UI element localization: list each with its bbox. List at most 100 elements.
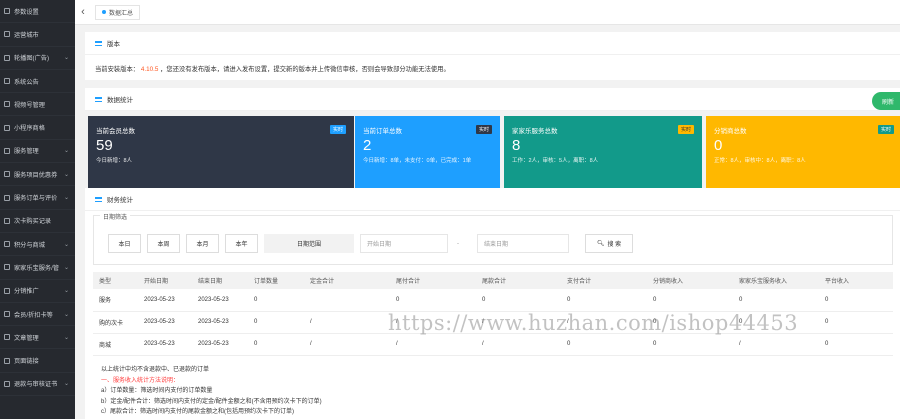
table-cell: 2023-05-23 <box>138 333 192 356</box>
stat-card: 家家乐服务总数 8 工作：2人，审核：5人，离职：8人 实时 <box>504 116 702 199</box>
table-cell: 购的次卡 <box>93 311 138 334</box>
table-cell <box>304 289 390 312</box>
table-cell: / <box>304 311 390 334</box>
menu-icon <box>4 380 10 387</box>
version-header: 版本 <box>85 32 900 55</box>
menu-icon <box>4 54 10 61</box>
section-icon <box>95 96 102 102</box>
stat-detail: 今日新增：8单，未支付：0单，已完成：1单 <box>363 158 472 164</box>
watermark: https://www.huzhan.com/ishop44453 <box>388 311 799 335</box>
main-content: 版本 当前安装版本： 4.10.5 ，您还没有发布版本，请进入发布设置，提交新的… <box>85 32 900 419</box>
table-cell: 0 <box>476 289 561 312</box>
stat-title: 当前会员总数 <box>96 128 135 135</box>
chevron-down-icon: ⌄ <box>63 195 69 202</box>
search-label: 搜 索 <box>607 242 622 248</box>
table-cell: / <box>476 333 561 356</box>
menu-icon <box>4 78 10 85</box>
filter-title: 日期筛选 <box>100 212 131 221</box>
menu-icon <box>4 31 10 38</box>
sidebar-item[interactable]: 文章管理 ⌄ <box>0 326 75 350</box>
table-cell: 0 <box>647 289 733 312</box>
stats-title: 数据统计 <box>107 97 133 104</box>
chevron-down-icon: ⌄ <box>63 381 69 388</box>
refresh-label: 刷新 <box>882 99 895 106</box>
table-row: 商城 2023-05-23 2023-05-23 0///0 0/0 <box>93 333 893 356</box>
column-header: 定金合计 <box>304 272 390 289</box>
table-cell: / <box>733 333 819 356</box>
stat-title: 分销商总数 <box>714 128 747 135</box>
menu-icon <box>4 241 10 248</box>
realtime-badge: 实时 <box>329 125 346 134</box>
sidebar-item-label: 家家乐宝服务/管 <box>14 264 60 272</box>
sidebar-item[interactable]: 家家乐宝服务/管 ⌄ <box>0 256 75 280</box>
stats-header: 数据统计 <box>85 88 900 111</box>
search-button[interactable]: 🔍︎ 搜 索 <box>585 234 633 253</box>
sidebar-item[interactable]: 退款与审核证书 ⌄ <box>0 373 75 397</box>
sidebar-item[interactable]: 服务管理 ⌄ <box>0 140 75 164</box>
table-cell: 0 <box>248 311 304 334</box>
table-cell: 服务 <box>93 289 138 312</box>
sidebar-item[interactable]: 会员/折扣卡等 ⌄ <box>0 303 75 327</box>
sidebar-item[interactable]: 次卡购买记录 <box>0 210 75 233</box>
sidebar-item[interactable]: 服务订单与评价 ⌄ <box>0 186 75 210</box>
table-cell: 2023-05-23 <box>192 311 248 334</box>
tab-data-summary[interactable]: 数据汇总 <box>95 4 141 20</box>
finance-header: 财务统计 <box>85 188 900 211</box>
sidebar-item[interactable]: 系统公告 <box>0 70 75 94</box>
year-button[interactable]: 本年 <box>225 234 258 253</box>
sidebar-item-label: 参数设置 <box>14 8 39 16</box>
column-header: 开始日期 <box>138 272 192 289</box>
end-date-input[interactable]: 结束日期 <box>477 234 569 253</box>
stat-card: 当前会员总数 59 今日新增：8人 实时 <box>88 116 354 199</box>
stat-value: 8 <box>512 137 521 154</box>
menu-icon <box>4 311 10 317</box>
active-dot-icon <box>102 10 106 14</box>
column-header: 类型 <box>93 272 138 289</box>
sidebar-item-label: 小程序商格 <box>14 125 45 133</box>
sidebar-item[interactable]: 轮播图(广告) ⌄ <box>0 47 75 70</box>
column-header: 结束日期 <box>192 272 248 289</box>
table-row: 服务 2023-05-23 2023-05-23 0 0 0 0 0 0 0 <box>93 289 893 312</box>
realtime-badge: 实时 <box>877 125 894 134</box>
table-cell: 0 <box>819 311 893 334</box>
note-heading: 一、服务收入统计方法说明： <box>101 377 180 384</box>
chevron-down-icon: ⌄ <box>63 334 69 341</box>
sidebar-item[interactable]: 视频号管理 <box>0 93 75 117</box>
menu-icon <box>4 8 10 15</box>
start-date-input[interactable]: 开始日期 <box>360 234 448 253</box>
back-chevron-icon[interactable]: ‹ <box>75 6 91 18</box>
version-number: 4.10.5 <box>140 66 159 73</box>
month-button[interactable]: 本月 <box>186 234 219 253</box>
table-cell: / <box>390 333 476 356</box>
sidebar-item[interactable]: 服务项目优惠券 ⌄ <box>0 163 75 187</box>
top-bar: ‹ 数据汇总 <box>75 0 900 25</box>
finance-title: 财务统计 <box>107 197 133 204</box>
column-header: 家家乐宝服务收入 <box>733 272 819 289</box>
refresh-button[interactable]: 刷新 <box>872 92 900 110</box>
menu-icon <box>4 171 10 178</box>
column-header: 平台收入 <box>819 272 893 289</box>
table-cell: 2023-05-23 <box>192 289 248 312</box>
sidebar-item[interactable]: 分销推广 ⌄ <box>0 280 75 303</box>
sidebar-item-label: 轮播图(广告) <box>14 55 50 63</box>
table-cell: 0 <box>248 289 304 312</box>
today-button[interactable]: 本日 <box>108 234 141 253</box>
chevron-down-icon: ⌄ <box>63 148 69 155</box>
sidebar-item[interactable]: 参数设置 <box>0 0 75 24</box>
sidebar-item-label: 系统公告 <box>14 78 39 86</box>
menu-icon <box>4 334 10 341</box>
chevron-down-icon: ⌄ <box>63 311 69 318</box>
sidebar-item[interactable]: 积分与商城 ⌄ <box>0 233 75 257</box>
stat-detail: 正常：8人，审核中：8人，离职：8人 <box>714 158 806 164</box>
sidebar-item[interactable]: 小程序商格 <box>0 116 75 140</box>
sidebar-item[interactable]: 页面链接 <box>0 349 75 373</box>
table-cell: 0 <box>561 289 647 312</box>
date-separator: - <box>457 241 459 247</box>
week-button[interactable]: 本周 <box>147 234 180 253</box>
table-cell: 2023-05-23 <box>138 311 192 334</box>
stat-value: 59 <box>96 137 113 154</box>
sidebar-item-label: 服务项目优惠券 <box>14 171 58 179</box>
sidebar-item[interactable]: 运营城市 <box>0 23 75 47</box>
section-icon <box>95 196 102 202</box>
column-header: 支付合计 <box>561 272 647 289</box>
